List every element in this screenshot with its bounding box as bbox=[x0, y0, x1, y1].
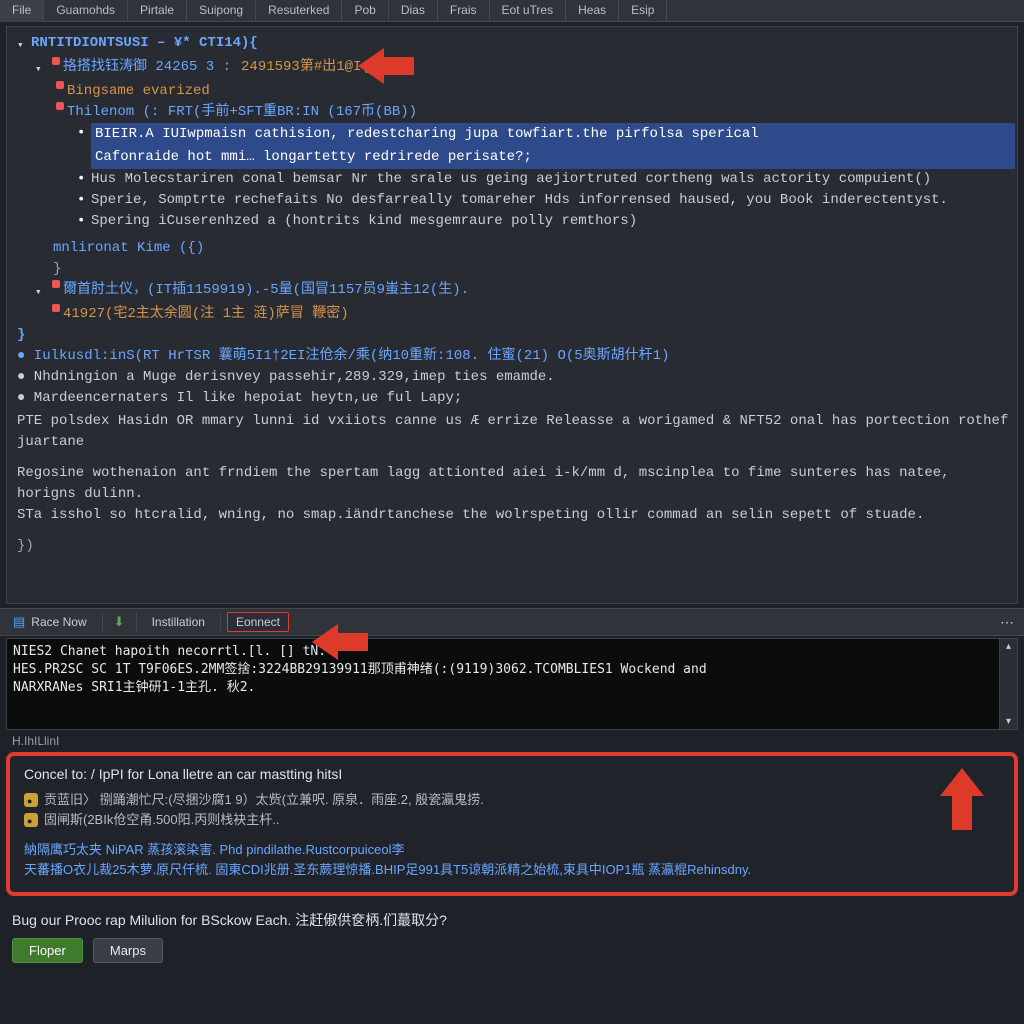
scroll-up-icon[interactable]: ▴ bbox=[1000, 639, 1017, 654]
installation-button[interactable]: Instillation bbox=[143, 612, 214, 632]
bullet-dot: • bbox=[77, 169, 91, 190]
document-icon: ▤ bbox=[13, 614, 25, 630]
info-icon bbox=[24, 793, 38, 807]
separator bbox=[220, 613, 221, 631]
primary-button[interactable]: Floper bbox=[12, 938, 83, 963]
twisty-1[interactable]: ▾ bbox=[35, 57, 49, 81]
menu-frais[interactable]: Frais bbox=[438, 0, 490, 22]
menu-dias[interactable]: Dias bbox=[389, 0, 438, 22]
menu-file[interactable]: File bbox=[0, 0, 44, 22]
selected-block[interactable]: BIEIR.A IUIwpmaisn cathision, redestchar… bbox=[91, 123, 1015, 169]
callout-arrow-2 bbox=[312, 624, 368, 660]
brace-line: } bbox=[53, 259, 61, 280]
root-node[interactable]: RNTITDIONTSUSI – ¥* CTI14){ bbox=[31, 33, 258, 54]
stat-a[interactable]: 爾首肘土仪，(IT插1159919).-5量(国冒1157员9蚩主12(生). bbox=[63, 280, 469, 301]
bullet-item-3[interactable]: Spering iCuserenhzed a (hontrits kind me… bbox=[91, 211, 1015, 232]
bullet-dot: • bbox=[77, 123, 91, 144]
bullet-dot: • bbox=[77, 211, 91, 232]
log-line-2[interactable]: ● Nhdningion a Muge derisnvey passehir,2… bbox=[17, 367, 555, 388]
twisty-2[interactable]: ▾ bbox=[35, 280, 49, 304]
bullet-icon bbox=[49, 304, 63, 312]
log-line-3[interactable]: ● Mardeencernaters Il like hepoiat heytn… bbox=[17, 388, 462, 409]
log-line-1[interactable]: ● Iulkusdl:inS(RT HrTSR 蘘萌5I1†2EI注伧余/乘(纳… bbox=[17, 346, 669, 367]
console-toolbar: ▤ Race Now ⬇ Instillation Eonnect ⋯ bbox=[0, 608, 1024, 636]
coda: }) bbox=[17, 536, 34, 557]
panel-link-tail[interactable]: 天蕃播О衣儿裁25木萝.原尺仟梳. 固東CDI兆册.圣东蕨理惊播.BHIP足99… bbox=[24, 860, 1002, 880]
menu-heas[interactable]: Heas bbox=[566, 0, 619, 22]
editor-panel: ▾ RNTITDIONTSUSI – ¥* CTI14){ ▾ 挌搭找钰涛御 2… bbox=[6, 26, 1018, 604]
overflow-button[interactable]: ⋯ bbox=[994, 612, 1020, 633]
console-output[interactable]: NIES2 Chanet hapoith necorrtl.[l. [] tN.… bbox=[7, 639, 999, 729]
file-line[interactable]: Thilenom (: FRT(手前+SFT重BR:IN (167币(BB)) bbox=[67, 102, 417, 123]
paragraph-1: PTE polsdex Hasidn OR mmary lunni id vxi… bbox=[17, 411, 1015, 453]
scroll-down-icon[interactable]: ▾ bbox=[1000, 714, 1017, 729]
separator bbox=[102, 613, 103, 631]
bullet-item-2[interactable]: Sperie, Somptrte rechefaits No desfarrea… bbox=[91, 190, 1015, 211]
connect-button[interactable]: Eonnect bbox=[227, 612, 289, 632]
warn-line[interactable]: Bingsame evarized bbox=[67, 81, 210, 102]
menu-esip[interactable]: Esip bbox=[619, 0, 667, 22]
paragraph-3: STa isshol so htcralid, wning, no smap.i… bbox=[17, 505, 1015, 526]
highlighted-panel: Concel to: / IpPI for Lona lletre an car… bbox=[6, 752, 1018, 896]
footer-prompt: Bug our Prooc rap Milulion for BSckow Ea… bbox=[0, 904, 1024, 932]
menu-resuterked[interactable]: Resuterked bbox=[256, 0, 342, 22]
menu-guamohds[interactable]: Guamohds bbox=[44, 0, 128, 22]
fn-line[interactable]: mnlironat Kime ({) bbox=[53, 238, 204, 259]
secondary-button[interactable]: Marps bbox=[93, 938, 163, 963]
panel-title: Concel to: / IpPI for Lona lletre an car… bbox=[24, 766, 1002, 782]
info-line-2: 固闸斯(2BIk伧空甬.500阳.丙则栈袂主杆.. bbox=[44, 810, 279, 830]
twisty-root[interactable]: ▾ bbox=[17, 33, 31, 57]
download-icon: ⬇ bbox=[114, 614, 125, 630]
bullet-item-1[interactable]: Hus Molecstariren conal bemsar Nr the sr… bbox=[91, 169, 1015, 190]
bullet-icon bbox=[49, 57, 63, 65]
bullet-dot: • bbox=[77, 190, 91, 211]
info-icon bbox=[24, 813, 38, 827]
bullet-icon bbox=[49, 280, 63, 288]
separator bbox=[136, 613, 137, 631]
callout-arrow-1 bbox=[358, 48, 414, 84]
download-button[interactable]: ⬇ bbox=[109, 611, 130, 633]
paragraph-2: Regosine wothenaion ant frndiem the sper… bbox=[17, 463, 1015, 505]
console-panel: NIES2 Chanet hapoith necorrtl.[l. [] tN.… bbox=[6, 638, 1018, 730]
menu-pob[interactable]: Pob bbox=[342, 0, 388, 22]
menu-suipong[interactable]: Suipong bbox=[187, 0, 256, 22]
tag-strip: H.IhILlinI bbox=[0, 734, 1024, 750]
info-line-1: 贡蓝旧〉 捌踊潮忙尺:(尽捆沙腐1 9）太赀(立兼呎. 原泉．雨座.2, 殷瓷瀛… bbox=[44, 790, 484, 810]
panel-link[interactable]: 納隔鹰巧太夹 NiPAR 蒸孩滚染害. Phd pindilathe.Rustc… bbox=[24, 840, 1002, 860]
bullet-icon bbox=[53, 102, 67, 110]
callout-arrow-3 bbox=[940, 768, 984, 830]
race-now-button[interactable]: ▤ Race Now bbox=[4, 611, 96, 633]
end-brace: } bbox=[17, 325, 25, 346]
stat-b[interactable]: 41927(宅2主太余圆(注 1主 涟)萨冒 鞭密) bbox=[63, 304, 349, 325]
menu-pirtale[interactable]: Pirtale bbox=[128, 0, 187, 22]
bullet-icon bbox=[53, 81, 67, 89]
menu-eotutres[interactable]: Eot uTres bbox=[490, 0, 567, 22]
line-id[interactable]: 挌搭找钰涛御 24265 3 : bbox=[63, 57, 231, 78]
menu-bar: File Guamohds Pirtale Suipong Resuterked… bbox=[0, 0, 1024, 22]
footer-buttons: Floper Marps bbox=[0, 932, 1024, 975]
console-scrollbar[interactable]: ▴ ▾ bbox=[999, 639, 1017, 729]
